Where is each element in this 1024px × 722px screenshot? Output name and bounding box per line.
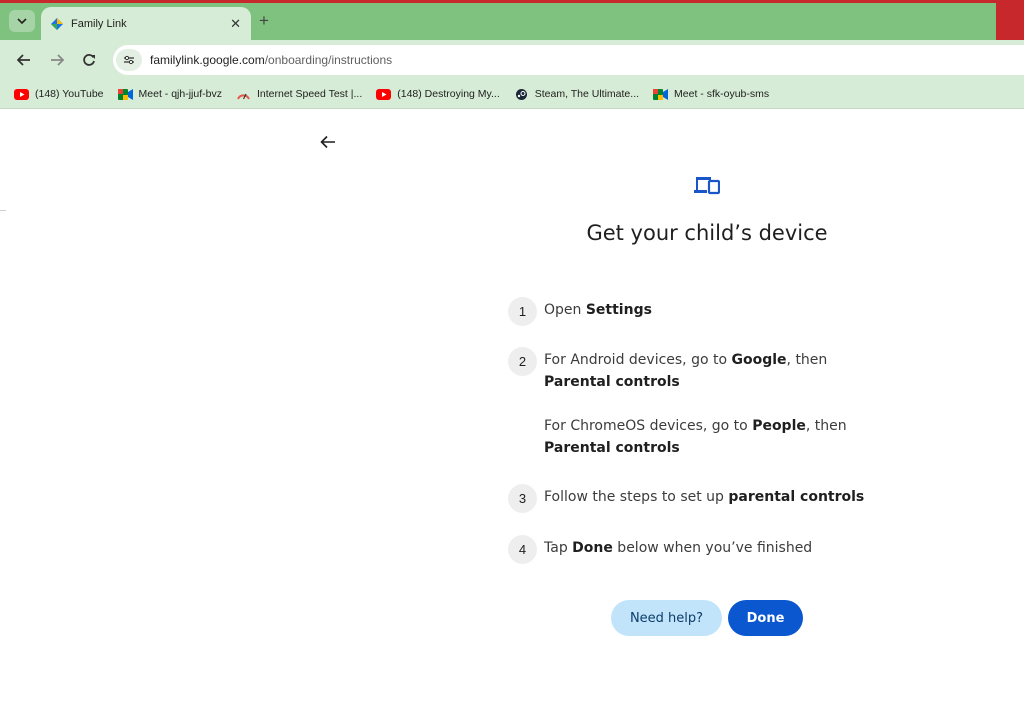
url-path: /onboarding/instructions [264,53,393,67]
url-domain: familylink.google.com [150,53,265,67]
bookmark-label: Steam, The Ultimate... [534,88,640,100]
site-info-button[interactable] [116,49,142,71]
page-title: Get your child’s device [586,221,828,245]
step-text-part: For Android devices, go to [544,352,732,368]
reload-icon [83,54,95,66]
step-number: 3 [508,484,537,513]
step-text-part: For ChromeOS devices, go to [544,418,753,434]
bookmark-label: Meet - sfk-oyub-sms [674,88,770,100]
bookmark-label: Meet - qjh-jjuf-bvz [138,88,222,100]
step-text-bold: Settings [585,302,652,318]
step-text-bold: Parental controls [544,440,680,456]
step-text-bold: Google [731,352,787,368]
devices-icon [694,177,720,195]
bookmark-item[interactable]: Meet - sfk-oyub-sms [653,88,769,100]
bookmark-label: (148) YouTube [35,88,104,100]
bookmark-item[interactable]: (148) YouTube [14,88,104,100]
close-tab-icon[interactable]: ✕ [230,16,241,32]
step-text-part: , then [786,352,828,368]
step-text-bold: parental controls [728,489,865,505]
bookmarks-bar: (148) YouTube Meet - qjh-jjuf-bvz Intern… [0,80,1024,108]
step-number: 4 [508,535,537,564]
step-text: For Android devices, go to Google, then … [544,349,894,393]
family-link-icon [51,17,63,30]
step-number: 2 [508,347,537,376]
step-text: Tap Done below when you’ve finished [544,537,894,559]
step-text-part: , then [805,418,847,434]
back-nav-button[interactable] [13,50,35,70]
step-number: 1 [508,297,537,326]
step-text-part: Tap [544,540,573,556]
bookmark-item[interactable]: Internet Speed Test |... [236,88,362,100]
arrow-left-icon [17,54,30,66]
chrome-divider [0,108,1024,109]
youtube-icon [376,88,392,100]
speedtest-icon [237,93,250,100]
step-text-part: below when you’ve finished [612,540,813,556]
bookmark-item[interactable]: (148) Destroying My... [376,88,500,100]
step-text-part: Open [544,302,586,318]
step-text: For ChromeOS devices, go to People, then… [544,415,894,459]
step-text: Follow the steps to set up parental cont… [544,486,894,508]
step-text: Open Settings [544,299,894,321]
url-text: familylink.google.com/onboarding/instruc… [150,53,392,67]
arrow-left-icon [320,135,335,149]
meet-icon [117,88,133,100]
forward-nav-button[interactable] [46,50,68,70]
active-tab[interactable]: Family Link ✕ [41,7,251,40]
bookmark-label: Internet Speed Test |... [256,88,363,100]
chevron-down-icon [17,18,27,25]
window-edge-right [996,0,1024,40]
meet-icon [653,88,669,100]
bookmark-item[interactable]: Steam, The Ultimate... [514,88,639,100]
reload-button[interactable] [78,50,100,70]
new-tab-button[interactable]: + [259,11,269,31]
step-text-bold: People [752,418,806,434]
step-text-part: Follow the steps to set up [544,489,729,505]
arrow-right-icon [51,54,64,66]
youtube-icon [14,88,29,100]
page-edge-mark [0,210,6,211]
steam-icon [515,88,527,100]
address-bar[interactable]: familylink.google.com/onboarding/instruc… [113,45,1024,75]
step-text-bold: Parental controls [544,374,680,390]
tab-title: Family Link [71,17,127,30]
step-text-bold: Done [572,540,613,556]
need-help-button[interactable]: Need help? [611,600,722,636]
tune-icon [124,55,134,65]
bookmark-item[interactable]: Meet - qjh-jjuf-bvz [117,88,222,100]
back-button[interactable] [317,131,339,153]
bookmark-label: (148) Destroying My... [397,88,500,100]
tab-strip: Family Link ✕ + [0,0,1024,40]
tab-search-button[interactable] [9,10,35,32]
done-button[interactable]: Done [728,600,803,636]
